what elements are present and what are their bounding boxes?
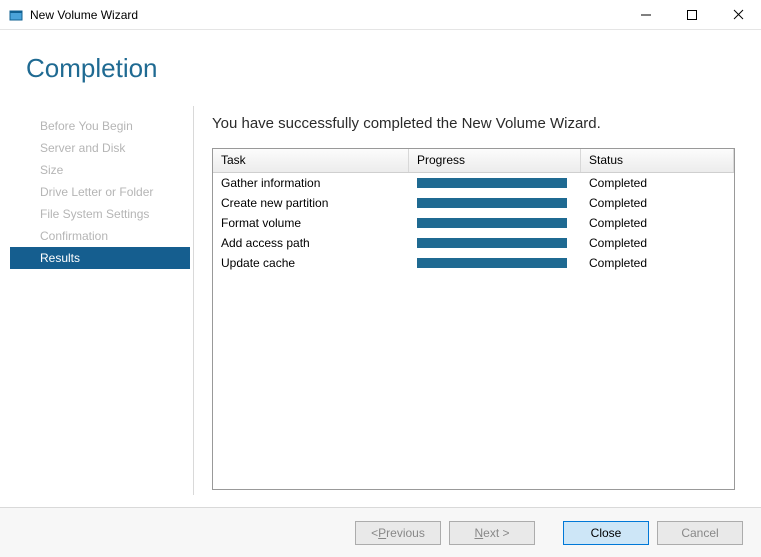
nav-size: Size <box>0 159 190 181</box>
progress-bar <box>417 198 567 208</box>
table-row[interactable]: Update cache Completed <box>213 253 734 273</box>
page-title: Completion <box>26 53 158 84</box>
status-cell: Completed <box>581 236 734 250</box>
nav-label: File System Settings <box>40 207 149 221</box>
progress-cell <box>409 178 581 188</box>
nav-label: Before You Begin <box>40 119 133 133</box>
table-body: Gather information Completed Create new … <box>213 173 734 273</box>
task-cell: Create new partition <box>213 196 409 210</box>
nav-label: Drive Letter or Folder <box>40 185 153 199</box>
nav-server-and-disk: Server and Disk <box>0 137 190 159</box>
footer: < Previous Next > Close Cancel <box>0 507 761 557</box>
next-button: Next > <box>449 521 535 545</box>
progress-bar <box>417 238 567 248</box>
nav-drive-letter: Drive Letter or Folder <box>0 181 190 203</box>
column-progress[interactable]: Progress <box>409 149 581 172</box>
status-cell: Completed <box>581 256 734 270</box>
task-cell: Update cache <box>213 256 409 270</box>
mnemonic: N <box>474 526 483 540</box>
nav-file-system: File System Settings <box>0 203 190 225</box>
titlebar: New Volume Wizard <box>0 0 761 30</box>
nav-sidebar: Before You Begin Server and Disk Size Dr… <box>0 30 190 507</box>
previous-button: < Previous <box>355 521 441 545</box>
btn-text: ext > <box>483 526 509 540</box>
progress-bar <box>417 258 567 268</box>
mnemonic: P <box>378 526 386 540</box>
minimize-button[interactable] <box>623 0 669 30</box>
window-title: New Volume Wizard <box>30 8 623 22</box>
results-table: Task Progress Status Gather information … <box>212 148 735 490</box>
task-cell: Add access path <box>213 236 409 250</box>
divider <box>193 106 194 495</box>
status-cell: Completed <box>581 216 734 230</box>
completion-message: You have successfully completed the New … <box>212 115 735 132</box>
status-cell: Completed <box>581 196 734 210</box>
task-cell: Format volume <box>213 216 409 230</box>
close-dialog-button[interactable]: Close <box>563 521 649 545</box>
progress-cell <box>409 238 581 248</box>
table-row[interactable]: Create new partition Completed <box>213 193 734 213</box>
btn-text: revious <box>386 526 425 540</box>
table-header: Task Progress Status <box>213 149 734 173</box>
table-row[interactable]: Format volume Completed <box>213 213 734 233</box>
nav-label: Server and Disk <box>40 141 125 155</box>
window-controls <box>623 0 761 30</box>
nav-before-you-begin: Before You Begin <box>0 115 190 137</box>
table-row[interactable]: Add access path Completed <box>213 233 734 253</box>
cancel-button: Cancel <box>657 521 743 545</box>
table-row[interactable]: Gather information Completed <box>213 173 734 193</box>
nav-confirmation: Confirmation <box>0 225 190 247</box>
column-task[interactable]: Task <box>213 149 409 172</box>
nav-label: Size <box>40 163 63 177</box>
content: Before You Begin Server and Disk Size Dr… <box>0 30 761 507</box>
nav-label: Results <box>40 251 80 265</box>
progress-cell <box>409 198 581 208</box>
task-cell: Gather information <box>213 176 409 190</box>
app-icon <box>8 7 24 23</box>
progress-cell <box>409 218 581 228</box>
maximize-button[interactable] <box>669 0 715 30</box>
column-status[interactable]: Status <box>581 149 734 172</box>
progress-bar <box>417 178 567 188</box>
progress-bar <box>417 218 567 228</box>
status-cell: Completed <box>581 176 734 190</box>
nav-results[interactable]: Results <box>10 247 190 269</box>
nav-label: Confirmation <box>40 229 108 243</box>
close-button[interactable] <box>715 0 761 30</box>
progress-cell <box>409 258 581 268</box>
main-panel: You have successfully completed the New … <box>190 30 761 507</box>
